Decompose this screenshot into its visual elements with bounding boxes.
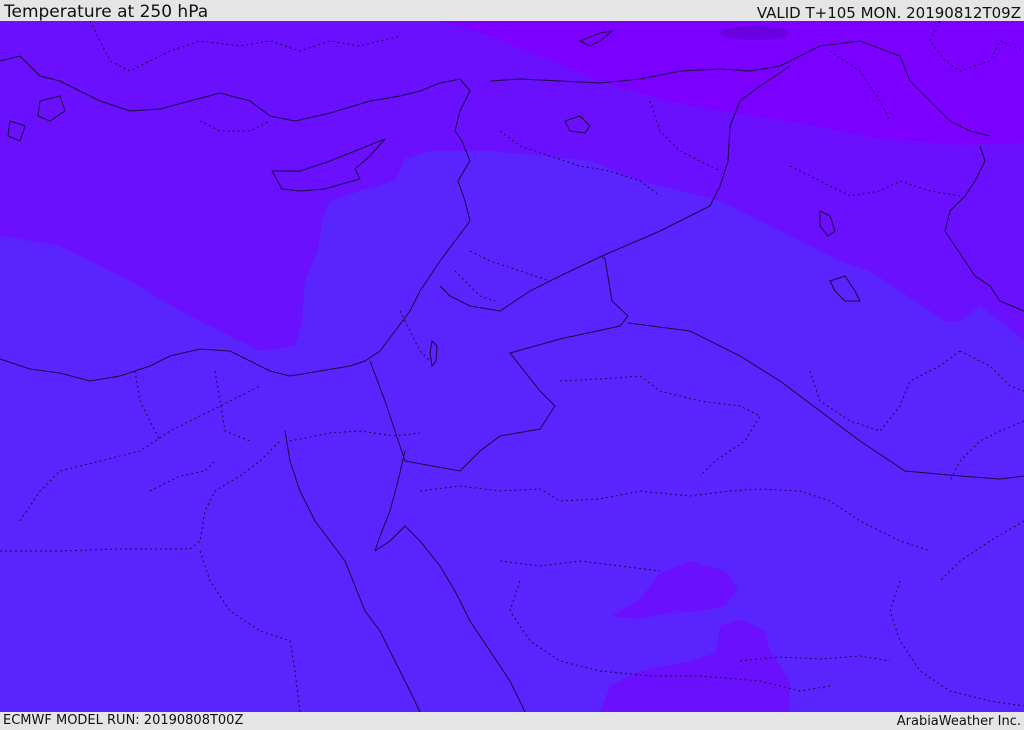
map-header: Temperature at 250 hPa VALID T+105 MON. … [0, 0, 1024, 21]
map-title: Temperature at 250 hPa [4, 2, 209, 22]
temperature-map-canvas [0, 21, 1024, 712]
valid-time: VALID T+105 MON. 20190812T09Z [756, 4, 1021, 22]
credit-label: ArabiaWeather Inc. [896, 714, 1021, 729]
temperature-blob-north [720, 26, 790, 40]
weather-map[interactable] [0, 21, 1024, 712]
map-footer: ECMWF MODEL RUN: 20190808T00Z ArabiaWeat… [0, 712, 1024, 729]
model-run-label: ECMWF MODEL RUN: 20190808T00Z [3, 713, 244, 728]
